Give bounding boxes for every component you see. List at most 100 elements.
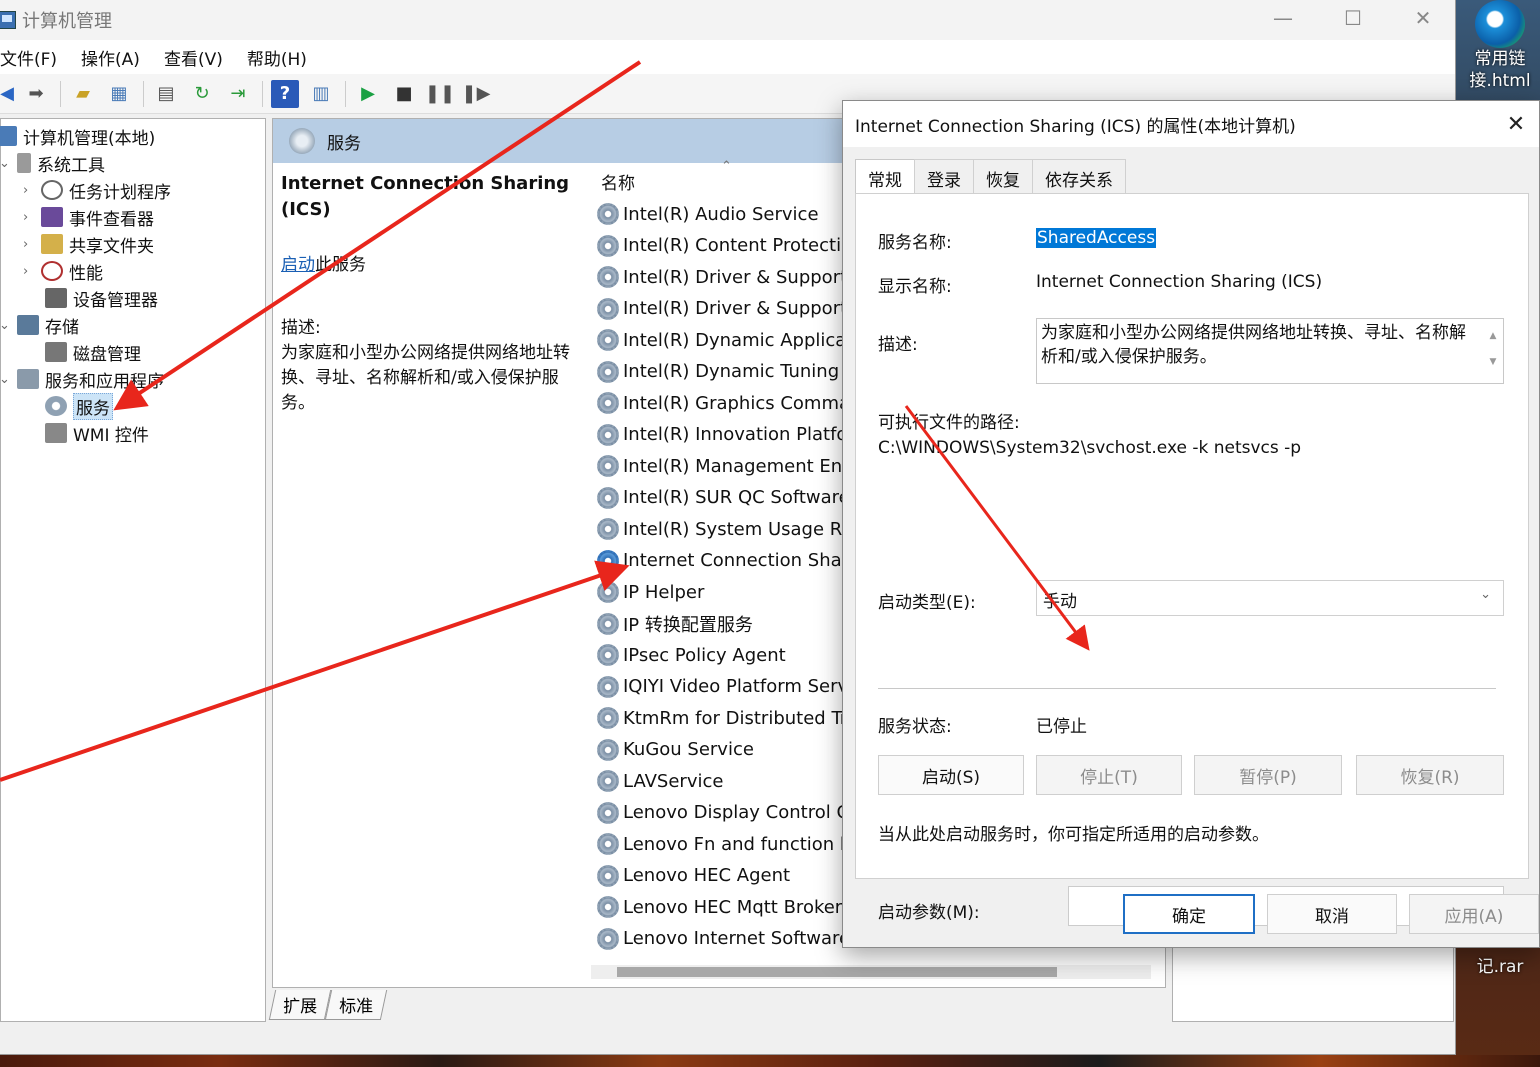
service-row[interactable]: Intel(R) Innovation Platfor... xyxy=(597,420,870,450)
desktop-icon-html[interactable]: 常用链接.html xyxy=(1458,0,1540,92)
storage-icon xyxy=(17,315,39,335)
start-button[interactable]: 启动(S) xyxy=(878,755,1024,795)
action-pane-icon[interactable]: ▥ xyxy=(307,80,335,108)
chevron-down-icon[interactable]: ⌄ xyxy=(0,372,13,387)
service-row[interactable]: Intel(R) Dynamic Tuning T... xyxy=(597,357,871,387)
scrollbar-thumb[interactable] xyxy=(617,967,1057,977)
tab-extended[interactable]: 扩展 xyxy=(268,990,332,1020)
desktop-icon-rar[interactable]: 记.rar xyxy=(1458,956,1540,978)
tree-storage[interactable]: ⌄ 存储 xyxy=(0,312,79,338)
service-row[interactable]: IP Helper xyxy=(597,577,704,607)
tree-event-viewer[interactable]: › 事件查看器 xyxy=(23,204,154,230)
service-name: KuGou Service xyxy=(623,739,754,760)
menu-file[interactable]: 文件(F) xyxy=(0,45,57,70)
service-row[interactable]: Lenovo HEC Agent xyxy=(597,861,790,891)
chevron-right-icon[interactable]: › xyxy=(23,264,37,279)
service-row[interactable]: Intel(R) Graphics Comman... xyxy=(597,388,879,418)
description-box[interactable]: 为家庭和小型办公网络提供网络地址转换、寻址、名称解析和/或入侵保护服务。 ▲ ▼ xyxy=(1036,318,1504,384)
tab-logon[interactable]: 登录 xyxy=(914,159,974,193)
service-row[interactable]: Internet Connection Sharin xyxy=(597,546,865,576)
service-row[interactable]: Lenovo Display Control Ce... xyxy=(597,798,877,828)
tree-services[interactable]: 服务 xyxy=(45,392,113,420)
service-row[interactable]: Intel(R) System Usage Rep xyxy=(597,514,864,544)
startup-type-select[interactable]: 手动 ⌄ xyxy=(1036,580,1504,616)
back-arrow-icon[interactable]: ◀ xyxy=(0,80,14,108)
tab-general[interactable]: 常规 xyxy=(855,159,915,195)
service-row[interactable]: Intel(R) Driver & Support A xyxy=(597,262,865,292)
sort-caret-icon: ⌃ xyxy=(721,159,732,174)
service-row[interactable]: LAVService xyxy=(597,766,723,796)
service-row[interactable]: Intel(R) Audio Service xyxy=(597,199,819,229)
service-name: IP Helper xyxy=(623,581,705,603)
gear-icon xyxy=(597,738,619,761)
gear-icon xyxy=(597,864,619,887)
close-icon[interactable]: ✕ xyxy=(1499,107,1533,141)
tab-standard[interactable]: 标准 xyxy=(324,990,388,1020)
minimize-button[interactable]: — xyxy=(1248,0,1318,36)
console-tree: 计算机管理(本地) ⌄ 系统工具 › 任务计划程序 › 事件查看器 › 共享文件… xyxy=(0,118,266,1022)
service-name: Internet Connection Sharin xyxy=(623,550,866,571)
stop-button[interactable]: 停止(T) xyxy=(1036,755,1182,795)
cancel-button[interactable]: 取消 xyxy=(1267,894,1397,934)
resume-button[interactable]: 恢复(R) xyxy=(1356,755,1504,795)
forward-arrow-icon[interactable]: ➡ xyxy=(22,80,50,108)
menu-view[interactable]: 查看(V) xyxy=(164,45,223,70)
tree-performance[interactable]: › 性能 xyxy=(23,258,103,284)
window-title: 计算机管理 xyxy=(22,11,112,32)
service-name-value[interactable]: SharedAccess xyxy=(1036,228,1157,248)
menu-action[interactable]: 操作(A) xyxy=(81,45,140,70)
service-row[interactable]: Intel(R) Dynamic Applicati... xyxy=(597,325,876,355)
maximize-button[interactable]: ☐ xyxy=(1318,0,1388,36)
menu-help[interactable]: 帮助(H) xyxy=(247,45,307,70)
start-service-link[interactable]: 启动 xyxy=(281,255,315,275)
scroll-arrows-icon[interactable]: ▲ ▼ xyxy=(1487,323,1499,379)
tab-dependencies[interactable]: 依存关系 xyxy=(1032,159,1126,193)
horizontal-scrollbar[interactable] xyxy=(591,965,1151,979)
service-row[interactable]: Intel(R) Content Protection xyxy=(597,231,864,261)
stop-icon[interactable]: ■ xyxy=(390,80,418,108)
service-row[interactable]: Lenovo HEC Mqtt Broker xyxy=(597,892,842,922)
pause-icon[interactable]: ❚❚ xyxy=(425,80,455,108)
chevron-right-icon[interactable]: › xyxy=(23,210,37,225)
tree-task-scheduler[interactable]: › 任务计划程序 xyxy=(23,177,171,203)
service-row[interactable]: Lenovo Fn and function ke... xyxy=(597,829,878,859)
chevron-down-icon[interactable]: ⌄ xyxy=(0,318,13,333)
service-row[interactable]: Intel(R) SUR QC Software ... xyxy=(597,483,873,513)
apply-button[interactable]: 应用(A) xyxy=(1409,894,1539,934)
play-icon[interactable]: ▶ xyxy=(354,80,382,108)
tree-shared-folders[interactable]: › 共享文件夹 xyxy=(23,231,154,257)
chevron-right-icon[interactable]: › xyxy=(23,237,37,252)
view-tabs: 扩展 标准 xyxy=(268,990,388,1020)
service-row[interactable]: Lenovo Internet Software F xyxy=(597,924,866,954)
properties-icon[interactable]: ▤ xyxy=(152,80,180,108)
service-row[interactable]: IPsec Policy Agent xyxy=(597,640,786,670)
tree-disk-management[interactable]: 磁盘管理 xyxy=(45,339,141,365)
tree-root[interactable]: 计算机管理(本地) xyxy=(0,123,155,149)
tree-device-manager[interactable]: 设备管理器 xyxy=(45,285,158,311)
export-list-icon[interactable]: ⇥ xyxy=(224,80,252,108)
chevron-right-icon[interactable]: › xyxy=(23,183,37,198)
tab-recovery[interactable]: 恢复 xyxy=(973,159,1033,193)
tree-system-tools[interactable]: ⌄ 系统工具 xyxy=(0,150,105,176)
column-header-name[interactable]: 名称 xyxy=(601,169,635,194)
pause-button[interactable]: 暂停(P) xyxy=(1194,755,1342,795)
close-button[interactable]: ✕ xyxy=(1388,0,1458,36)
service-row[interactable]: Intel(R) Driver & Support A xyxy=(597,294,865,324)
service-row[interactable]: KuGou Service xyxy=(597,735,754,765)
chevron-down-icon[interactable]: ⌄ xyxy=(0,156,13,171)
show-hide-tree-icon[interactable]: ▦ xyxy=(105,80,133,108)
ok-button[interactable]: 确定 xyxy=(1123,894,1255,934)
selected-service-title: Internet Connection Sharing (ICS) xyxy=(281,173,570,220)
service-row[interactable]: KtmRm for Distributed Tra... xyxy=(597,703,875,733)
tree-wmi[interactable]: WMI 控件 xyxy=(45,420,149,446)
help-icon[interactable]: ? xyxy=(271,79,299,108)
service-row[interactable]: IP 转换配置服务 xyxy=(597,609,753,639)
refresh-icon[interactable]: ↻ xyxy=(188,80,216,108)
description-label: 描述: xyxy=(878,335,918,355)
service-row[interactable]: Intel(R) Management Engi... xyxy=(597,451,876,481)
gear-icon xyxy=(289,128,315,154)
tree-services-apps[interactable]: ⌄ 服务和应用程序 xyxy=(0,366,164,392)
service-row[interactable]: IQIYI Video Platform Servic xyxy=(597,672,863,702)
up-folder-icon[interactable]: ▰ xyxy=(69,80,97,108)
restart-icon[interactable]: ❚▶ xyxy=(462,80,491,108)
